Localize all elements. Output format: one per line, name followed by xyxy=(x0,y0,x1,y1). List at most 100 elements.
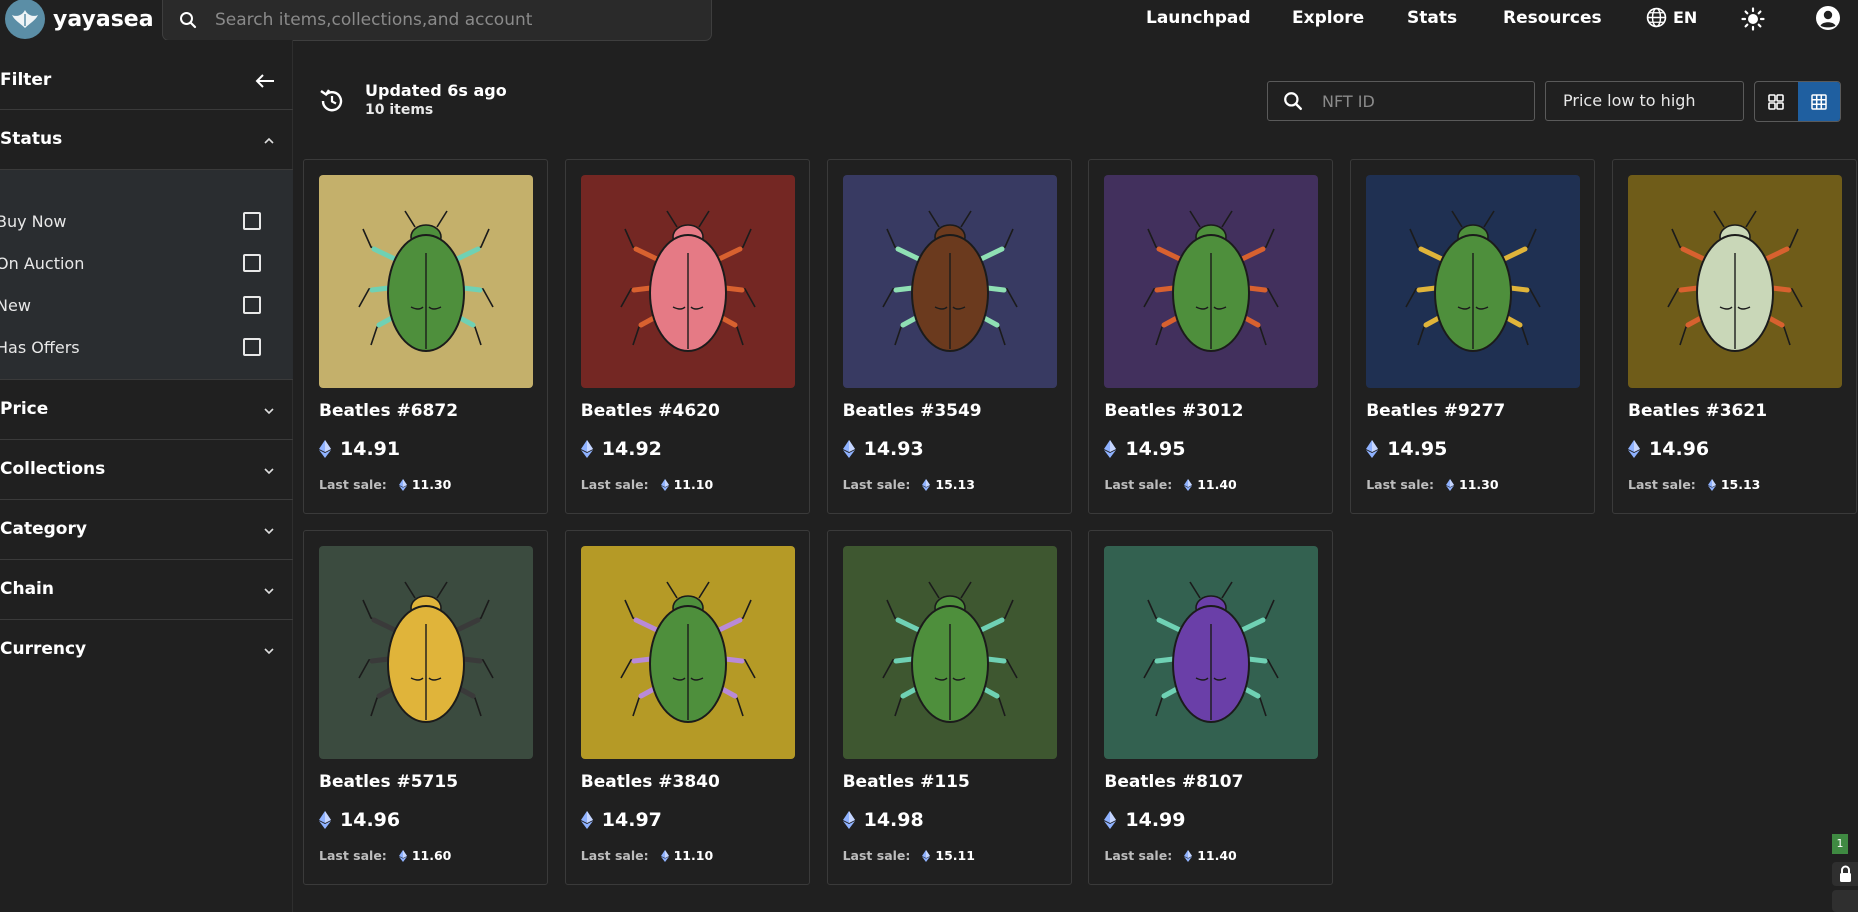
global-search[interactable] xyxy=(162,0,712,41)
beetle-image xyxy=(319,546,533,759)
grid-small-icon xyxy=(1811,94,1827,110)
nft-price: 14.95 xyxy=(1366,438,1447,460)
nft-image[interactable] xyxy=(842,546,1057,759)
section-currency[interactable]: Currency xyxy=(0,620,293,680)
price-value: 14.96 xyxy=(340,809,401,831)
side-tool-badge[interactable] xyxy=(1832,890,1858,912)
nft-card[interactable]: Beatles #3012 14.95 Last sale: 11.40 xyxy=(1088,159,1334,514)
ethereum-icon xyxy=(660,849,669,862)
checkbox[interactable] xyxy=(243,254,261,272)
checkbox[interactable] xyxy=(243,212,261,230)
nft-image[interactable] xyxy=(580,175,795,388)
nft-name: Beatles #9277 xyxy=(1366,401,1506,421)
language-selector[interactable]: EN xyxy=(1646,7,1697,28)
nft-card[interactable]: Beatles #5715 14.96 Last sale: 11.60 xyxy=(303,530,548,885)
last-sale-value: 11.10 xyxy=(673,477,714,492)
chevron-down-icon xyxy=(264,588,274,595)
theme-toggle[interactable] xyxy=(1741,7,1765,31)
last-sale: Last sale: 11.30 xyxy=(1366,477,1498,492)
section-price[interactable]: Price xyxy=(0,380,293,440)
last-sale: Last sale: 11.30 xyxy=(319,477,451,492)
chevron-down-icon xyxy=(264,648,274,655)
ethereum-icon xyxy=(660,478,669,491)
ethereum-icon xyxy=(398,478,407,491)
nft-card[interactable]: Beatles #9277 14.95 Last sale: 11.30 xyxy=(1350,159,1596,514)
nft-card[interactable]: Beatles #6872 14.91 Last sale: 11.30 xyxy=(303,159,548,514)
nft-id-input[interactable] xyxy=(1322,91,1522,111)
option-label: Buy Now xyxy=(0,212,67,231)
section-category[interactable]: Category xyxy=(0,500,293,560)
arrow-left-icon[interactable] xyxy=(254,70,276,92)
section-status[interactable]: Status xyxy=(0,110,293,170)
last-sale: Last sale: 15.13 xyxy=(1628,477,1760,492)
nft-name: Beatles #4620 xyxy=(580,401,720,421)
nft-card[interactable]: Beatles #3621 14.96 Last sale: 15.13 xyxy=(1612,159,1857,514)
nft-image[interactable] xyxy=(1104,175,1319,388)
nav-stats[interactable]: Stats xyxy=(1407,8,1457,28)
lock-badge[interactable] xyxy=(1832,862,1858,886)
nft-card[interactable]: Beatles #8107 14.99 Last sale: 11.40 xyxy=(1088,530,1334,885)
nft-id-search[interactable] xyxy=(1267,81,1535,121)
nav-explore[interactable]: Explore xyxy=(1292,8,1364,28)
status-option-has-offers[interactable]: Has Offers xyxy=(0,334,293,364)
item-count: 10 items xyxy=(365,102,434,118)
nft-name: Beatles #5715 xyxy=(319,772,459,792)
ethereum-icon xyxy=(319,440,331,458)
filter-title: Filter xyxy=(0,70,52,90)
top-bar: yayasea Launchpad Explore Stats Resource… xyxy=(0,0,1858,41)
nav-launchpad[interactable]: Launchpad xyxy=(1146,8,1251,28)
nft-image[interactable] xyxy=(580,546,795,759)
price-value: 14.92 xyxy=(601,438,662,460)
status-title: Status xyxy=(0,129,63,149)
logo-icon xyxy=(5,0,45,39)
search-icon xyxy=(177,9,199,31)
checkbox[interactable] xyxy=(243,296,261,314)
refresh-icon[interactable] xyxy=(318,87,346,115)
nav-resources[interactable]: Resources xyxy=(1503,8,1602,28)
view-toggle xyxy=(1754,81,1841,122)
last-sale: Last sale: 15.11 xyxy=(843,848,975,863)
nft-image[interactable] xyxy=(1628,175,1842,388)
nft-card[interactable]: Beatles #4620 14.92 Last sale: 11.10 xyxy=(564,159,810,514)
section-title: Currency xyxy=(0,639,87,659)
price-value: 14.99 xyxy=(1125,809,1186,831)
nft-card[interactable]: Beatles #3549 14.93 Last sale: 15.13 xyxy=(826,159,1072,514)
status-option-new[interactable]: New xyxy=(0,292,293,322)
section-chain[interactable]: Chain xyxy=(0,560,293,620)
ethereum-icon xyxy=(1366,440,1379,458)
last-sale-label: Last sale: xyxy=(319,848,387,863)
large-grid-view-button[interactable] xyxy=(1755,82,1798,121)
last-sale-value: 11.10 xyxy=(673,848,714,863)
nft-name: Beatles #3840 xyxy=(580,772,720,792)
nft-image[interactable] xyxy=(319,546,533,759)
last-sale-label: Last sale: xyxy=(580,848,649,863)
beetle-image xyxy=(580,175,795,388)
last-sale-label: Last sale: xyxy=(1366,477,1434,492)
status-option-on-auction[interactable]: On Auction xyxy=(0,250,293,280)
ethereum-icon xyxy=(580,811,593,829)
nft-image[interactable] xyxy=(842,175,1057,388)
section-collections[interactable]: Collections xyxy=(0,440,293,500)
filter-header: Filter xyxy=(0,40,293,110)
last-sale-value: 11.40 xyxy=(1197,848,1237,863)
search-input[interactable] xyxy=(215,10,695,30)
nft-image[interactable] xyxy=(319,175,533,388)
beetle-image xyxy=(842,175,1057,388)
checkbox[interactable] xyxy=(243,338,261,356)
nft-card[interactable]: Beatles #115 14.98 Last sale: 15.11 xyxy=(826,530,1072,885)
small-grid-view-button[interactable] xyxy=(1797,82,1840,121)
price-value: 14.95 xyxy=(1387,438,1448,460)
price-value: 14.91 xyxy=(340,438,401,460)
last-sale-label: Last sale: xyxy=(1104,848,1173,863)
last-sale-value: 11.30 xyxy=(411,477,452,492)
account-button[interactable] xyxy=(1815,5,1841,31)
nft-image[interactable] xyxy=(1366,175,1581,388)
beetle-image xyxy=(1104,546,1319,759)
status-option-buy-now[interactable]: Buy Now xyxy=(0,208,293,238)
brand-logo[interactable]: yayasea xyxy=(5,0,154,39)
nft-card[interactable]: Beatles #3840 14.97 Last sale: 11.10 xyxy=(564,530,810,885)
beetle-image xyxy=(842,546,1057,759)
nft-image[interactable] xyxy=(1104,546,1319,759)
sort-select[interactable]: Price low to high xyxy=(1545,81,1744,121)
last-sale-label: Last sale: xyxy=(319,477,387,492)
